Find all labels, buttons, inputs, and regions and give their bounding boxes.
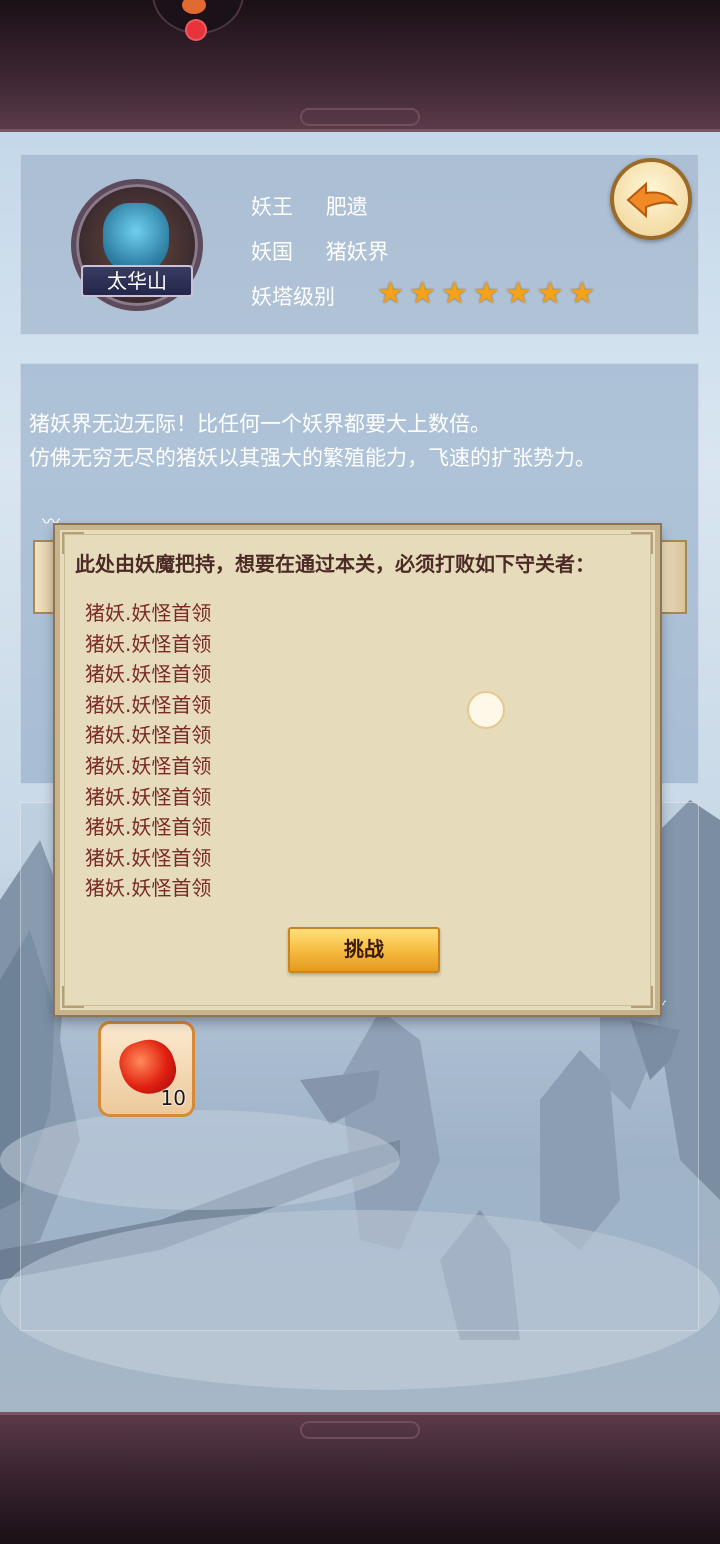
guardian-list-item: 猪妖.妖怪首领	[85, 631, 212, 656]
notification-dot	[185, 19, 207, 41]
dialog-corner-deco	[631, 986, 653, 1008]
demon-king-emblem: 太华山	[65, 175, 209, 319]
frame-ornament	[300, 108, 420, 126]
star-icon: ★	[504, 276, 532, 311]
guardian-list-item: 猪妖.妖怪首领	[85, 784, 212, 809]
guardian-list-item: 猪妖.妖怪首领	[85, 876, 212, 901]
guardian-list: 猪妖.妖怪首领 猪妖.妖怪首领 猪妖.妖怪首领 猪妖.妖怪首领 猪妖.妖怪首领 猪妖.妖怪…	[85, 598, 211, 904]
guardian-dialog: 此处由妖魔把持，想要在通过本关，必须打败如下守关者： 猪妖.妖怪首领 猪妖.妖怪首…	[55, 525, 660, 1015]
star-icon: ★	[408, 276, 436, 311]
location-badge: 太华山	[81, 265, 193, 297]
frame-ornament	[300, 1421, 420, 1439]
tower-level-row: 妖塔级别	[251, 281, 335, 311]
guardian-list-item: 猪妖.妖怪首领	[85, 815, 212, 840]
star-icon: ★	[440, 276, 468, 311]
demon-realm-value: 猪妖界	[325, 240, 389, 264]
description-line-2: 仿佛无穷无尽的猪妖以其强大的繁殖能力，飞速的扩张势力。	[29, 446, 596, 470]
back-button[interactable]	[610, 158, 692, 240]
dialog-corner-deco	[62, 986, 84, 1008]
coin-icon	[182, 0, 206, 14]
demon-realm-label: 妖国	[251, 240, 293, 264]
reward-item-slot[interactable]: 10	[98, 1021, 195, 1117]
demon-face-icon	[103, 203, 169, 273]
reward-count: 10	[160, 1086, 186, 1110]
guardian-list-item: 猪妖.妖怪首领	[85, 601, 212, 625]
back-arrow-icon	[626, 181, 678, 219]
guardian-list-item: 猪妖.妖怪首领	[85, 692, 212, 717]
touch-indicator	[467, 691, 505, 729]
star-icon: ★	[377, 276, 404, 311]
description-line-1: 猪妖界无边无际！比任何一个妖界都要大上数倍。	[29, 412, 491, 436]
demon-king-value: 肥遗	[325, 195, 368, 219]
guardian-list-item: 猪妖.妖怪首领	[85, 662, 212, 687]
demon-king-label: 妖王	[251, 195, 293, 219]
dialog-title: 此处由妖魔把持，想要在通过本关，必须打败如下守关者：	[75, 552, 595, 576]
tower-info-panel: 太华山 妖王 肥遗 妖国 猪妖界 妖塔级别 ★ ★ ★ ★ ★ ★ ★	[20, 154, 699, 335]
challenge-button[interactable]: 挑战	[288, 927, 440, 973]
star-icon: ★	[536, 276, 564, 311]
bottom-frame	[0, 1412, 720, 1544]
tower-level-label: 妖塔级别	[251, 285, 335, 309]
demon-king-row: 妖王 肥遗	[251, 191, 368, 221]
star-icon: ★	[568, 276, 596, 311]
guardian-list-item: 猪妖.妖怪首领	[85, 753, 212, 778]
right-scroll-tab	[657, 540, 687, 614]
guardian-list-item: 猪妖.妖怪首领	[85, 723, 212, 748]
top-frame	[0, 0, 720, 132]
star-icon: ★	[472, 276, 500, 311]
demon-realm-row: 妖国 猪妖界	[251, 236, 389, 266]
guardian-list-item: 猪妖.妖怪首领	[85, 845, 212, 870]
tower-level-stars: ★ ★ ★ ★ ★ ★ ★	[377, 279, 595, 309]
